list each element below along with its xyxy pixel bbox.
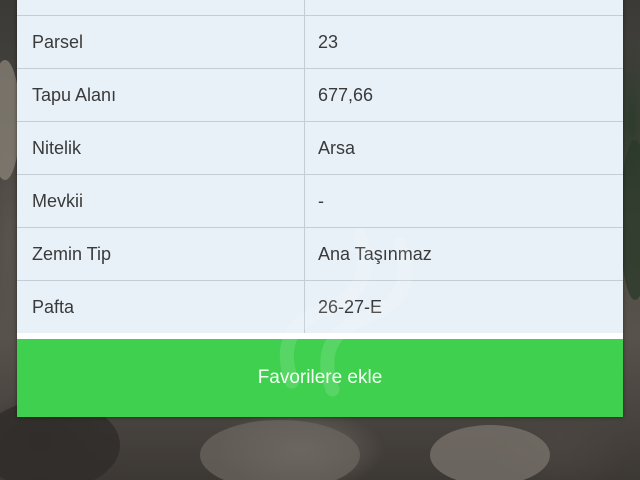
row-label: Mevkii [17,175,305,227]
satellite-background [200,420,360,480]
row-value: 677,66 [318,84,374,105]
row-label: Parsel [17,16,305,68]
table-row: Zemin Tip Ana Taşınmaz [17,227,623,280]
row-value: Arsa [318,137,356,158]
row-label: Zemin Tip [17,228,305,280]
row-label: Pafta [17,281,305,333]
row-label: Tapu Alanı [17,69,305,121]
table-row: Pafta 26-27-E [17,280,623,333]
table-row: Parsel 23 [17,15,623,68]
row-value [305,0,623,15]
row-value: 23 [318,31,339,52]
table-row [17,0,623,15]
satellite-background [620,140,640,300]
satellite-background [430,425,550,480]
row-value: 26-27-E [318,296,383,317]
table-row: Tapu Alanı 677,66 [17,68,623,121]
table-row: Nitelik Arsa [17,121,623,174]
row-value: Ana Taşınmaz [318,243,432,264]
row-label [17,0,305,15]
table-row: Mevkii - [17,174,623,227]
parcel-info-table: Parsel 23 Tapu Alanı 677,66 Nitelik Arsa… [17,0,623,333]
row-label: Nitelik [17,122,305,174]
add-to-favorites-button[interactable]: Favorilere ekle [17,339,623,417]
row-value: - [318,190,324,211]
screen: Parsel 23 Tapu Alanı 677,66 Nitelik Arsa… [0,0,640,480]
parcel-info-panel: Parsel 23 Tapu Alanı 677,66 Nitelik Arsa… [17,0,623,417]
